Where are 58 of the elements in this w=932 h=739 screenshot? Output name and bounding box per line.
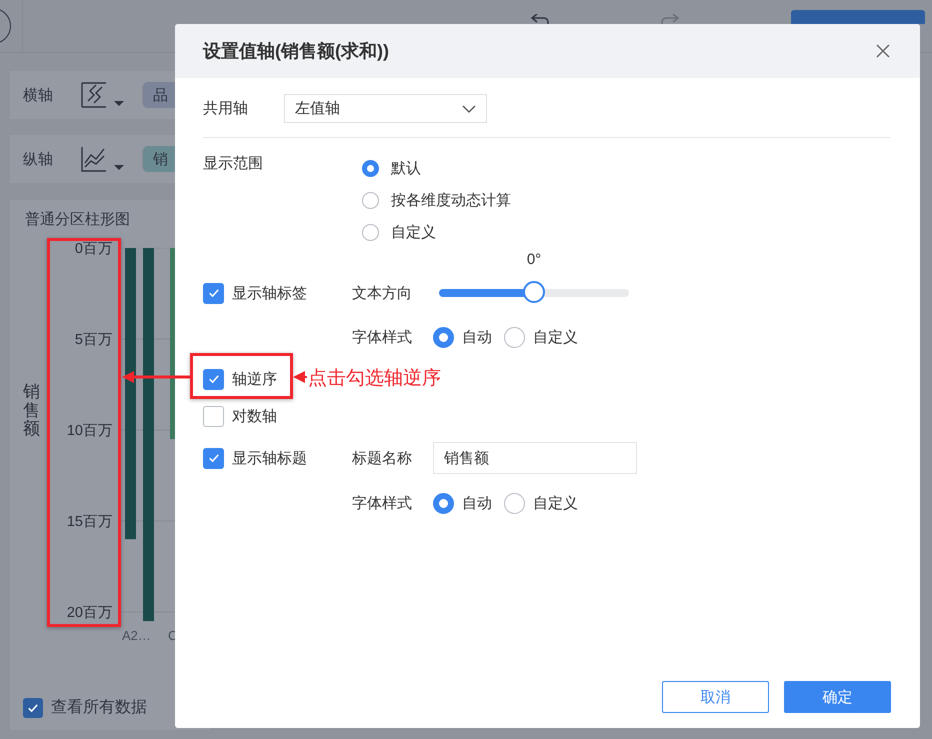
checkbox[interactable] xyxy=(203,448,224,468)
radio-label: 自定义 xyxy=(533,328,578,346)
radio-label: 自定义 xyxy=(391,222,436,242)
chart-type-icon[interactable] xyxy=(80,81,124,109)
radio-button[interactable] xyxy=(504,492,525,514)
axis-label: 横轴 xyxy=(23,86,54,104)
field-label: 标题名称 xyxy=(352,448,413,468)
checkbox-label: 显示轴标题 xyxy=(232,448,307,468)
axis-tick-label: 20百万 xyxy=(66,604,113,622)
chart-title: 普通分区柱形图 xyxy=(25,210,130,229)
axis-tick-label: 10百万 xyxy=(66,422,113,440)
radio-label: 自动 xyxy=(462,494,492,512)
cancel-button[interactable]: 取消 xyxy=(662,681,769,713)
chevron-down-icon xyxy=(462,104,476,112)
axis-select[interactable]: 左值轴 xyxy=(284,94,487,123)
radio-button[interactable] xyxy=(433,492,454,514)
dialog-title: 设置值轴(销售额(求和)) xyxy=(203,40,389,63)
radio-button[interactable] xyxy=(362,160,379,176)
radio-button[interactable] xyxy=(433,326,454,348)
confirm-button[interactable]: 确定 xyxy=(784,681,891,713)
checkbox-label: 轴逆序 xyxy=(232,370,277,388)
checkbox[interactable] xyxy=(203,368,224,390)
axis-label: 纵轴 xyxy=(23,150,54,168)
radio-label: 自定义 xyxy=(533,494,578,512)
slider-reading: 0° xyxy=(526,251,542,268)
radio-button[interactable] xyxy=(362,224,379,240)
checkbox[interactable] xyxy=(203,406,224,426)
radio-label: 按各维度动态计算 xyxy=(391,190,511,210)
chart-type-icon[interactable] xyxy=(80,145,124,173)
slider-thumb[interactable] xyxy=(523,281,545,303)
radio-button[interactable] xyxy=(504,326,525,348)
field-label: 文本方向 xyxy=(352,284,413,302)
checkbox-label: 显示轴标签 xyxy=(232,284,307,302)
arrow xyxy=(293,371,307,383)
axis-tick-label: 5百万 xyxy=(74,331,113,349)
checkbox-label: 查看所有数据 xyxy=(51,698,147,718)
undo-icon[interactable] xyxy=(530,14,550,26)
annotation-text: 点击勾选轴逆序 xyxy=(308,367,441,391)
radio-label: 自动 xyxy=(462,328,492,346)
axis-title: 销售额 xyxy=(23,383,40,440)
field-label: 字体样式 xyxy=(352,328,413,346)
checkbox[interactable] xyxy=(203,282,224,304)
close-icon[interactable] xyxy=(876,44,890,58)
category-label: A2… xyxy=(122,628,151,643)
redo-icon[interactable] xyxy=(660,14,680,26)
field-label: 显示范围 xyxy=(203,155,263,172)
field-tag[interactable]: 品 xyxy=(142,82,178,108)
title-name-field[interactable]: 销售额 xyxy=(433,442,637,474)
radio-button[interactable] xyxy=(362,192,379,208)
field-label: 字体样式 xyxy=(352,494,413,512)
arrow xyxy=(122,371,190,383)
radio-label: 默认 xyxy=(391,158,421,178)
checkbox[interactable] xyxy=(23,698,43,718)
field-tag[interactable]: 销 xyxy=(142,146,178,172)
axis-tick-label: 0百万 xyxy=(74,240,113,258)
checkbox-label: 对数轴 xyxy=(232,406,277,426)
field-label: 共用轴 xyxy=(203,99,249,118)
axis-tick-label: 15百万 xyxy=(66,513,113,531)
